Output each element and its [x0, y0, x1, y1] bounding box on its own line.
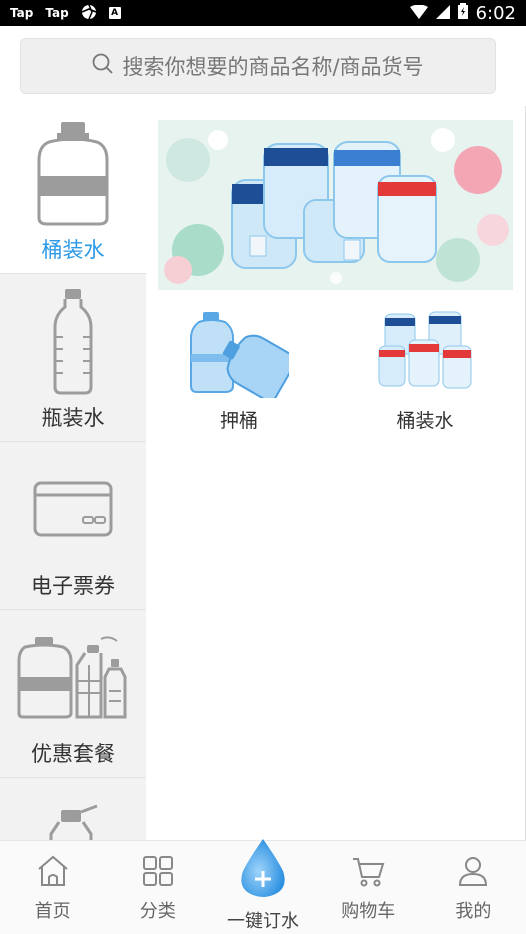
- category-sidebar: 桶装水 瓶装水 电子票券 优惠套餐: [0, 106, 146, 840]
- aperture-icon: [81, 4, 97, 23]
- signal-icon: [435, 3, 450, 24]
- grid-icon: [142, 855, 174, 891]
- tab-label: 我的: [455, 901, 492, 922]
- tab-label: 一键订水: [227, 911, 299, 932]
- tab-cart[interactable]: 购物车: [316, 841, 421, 934]
- banner-image: [158, 120, 513, 290]
- sidebar-item-combo-package[interactable]: 优惠套餐: [0, 610, 146, 778]
- battery-icon: [457, 2, 468, 24]
- sidebar-item-bucket-water[interactable]: 桶装水: [0, 106, 146, 274]
- home-icon: [36, 855, 70, 891]
- wifi-icon: [409, 3, 428, 24]
- bottom-tab-bar: 首页 分类 一键订水 购物车 我的: [0, 839, 526, 934]
- user-icon: [457, 855, 489, 891]
- combo-package-icon: [17, 622, 129, 732]
- cart-icon: [351, 855, 385, 891]
- subcategory-label: 押桶: [219, 410, 258, 432]
- sidebar-item-label: 瓶装水: [41, 406, 105, 430]
- tab-home[interactable]: 首页: [0, 841, 105, 934]
- water-drop-plus-icon: [237, 837, 289, 903]
- search-area: 搜索你想要的商品名称/商品货号: [0, 26, 526, 106]
- tab-label: 分类: [139, 901, 176, 922]
- bucket-water-image: [375, 302, 475, 402]
- sidebar-item-label: 桶装水: [41, 238, 105, 262]
- subcategory-grid: 押桶 桶装水: [146, 302, 526, 433]
- tab-label: 首页: [34, 901, 71, 922]
- ticket-card-icon: [33, 454, 113, 564]
- sidebar-item-label: 电子票券: [31, 574, 115, 598]
- sidebar-item-label: 优惠套餐: [31, 742, 115, 766]
- status-time: 6:02: [475, 2, 516, 24]
- category-content: 押桶 桶装水: [146, 106, 526, 840]
- tab-category[interactable]: 分类: [105, 841, 210, 934]
- search-input[interactable]: 搜索你想要的商品名称/商品货号: [20, 38, 496, 94]
- tap-app-label: Tap: [10, 6, 34, 20]
- tab-me[interactable]: 我的: [421, 841, 526, 934]
- spray-bottle-icon: [43, 790, 103, 840]
- tab-label: 购物车: [341, 901, 396, 922]
- status-bar: Tap Tap A 6:02: [0, 0, 526, 26]
- sidebar-item-spray[interactable]: [0, 778, 146, 840]
- subcategory-deposit-bucket[interactable]: 押桶: [146, 302, 332, 433]
- banner-pager-dot[interactable]: [330, 272, 342, 284]
- promo-banner[interactable]: [158, 120, 513, 290]
- tap-app-label-2: Tap: [45, 6, 69, 20]
- water-bucket-icon: [37, 118, 109, 228]
- water-bottle-icon: [51, 286, 95, 396]
- search-icon: [92, 53, 114, 79]
- sidebar-item-bottled-water[interactable]: 瓶装水: [0, 274, 146, 442]
- deposit-bucket-image: [189, 302, 289, 402]
- tab-quick-order[interactable]: 一键订水: [210, 839, 315, 934]
- sidebar-item-e-ticket[interactable]: 电子票券: [0, 442, 146, 610]
- a-icon: A: [108, 7, 121, 19]
- subcategory-label: 桶装水: [396, 410, 454, 432]
- search-placeholder: 搜索你想要的商品名称/商品货号: [122, 55, 424, 79]
- subcategory-bucket-water[interactable]: 桶装水: [332, 302, 518, 433]
